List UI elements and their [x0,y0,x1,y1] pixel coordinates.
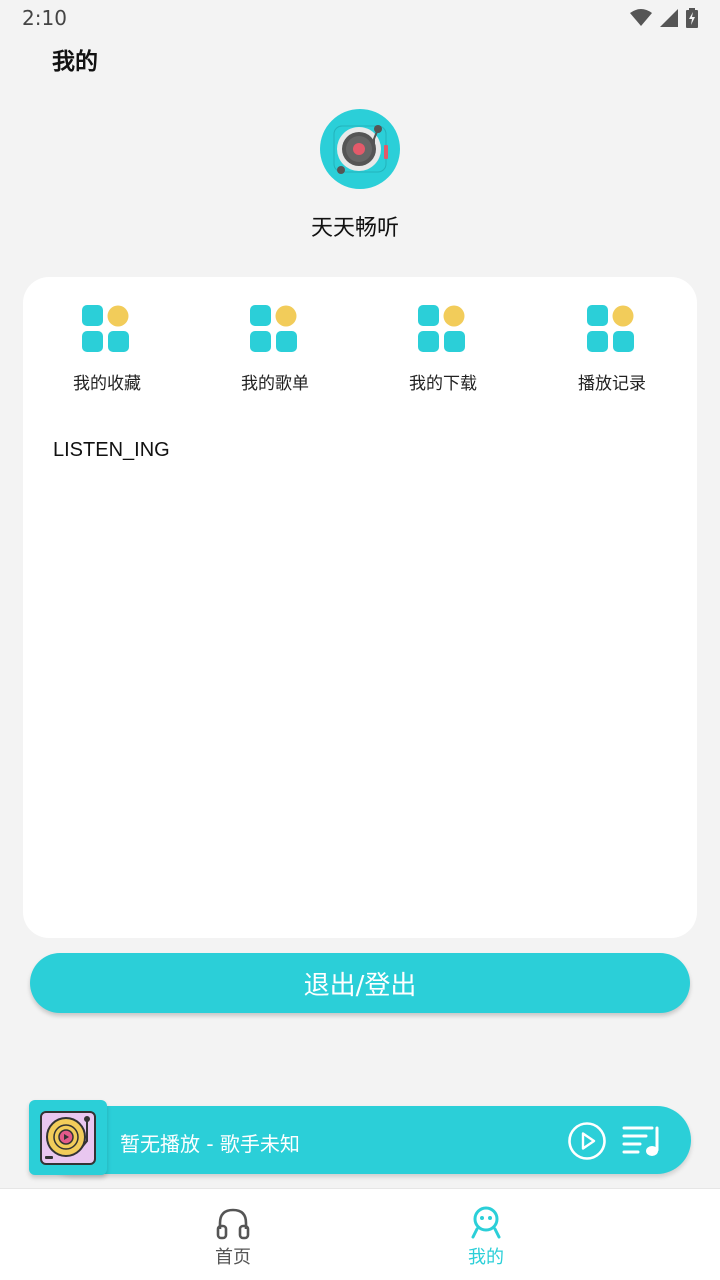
bottom-nav: 首页 我的 [0,1188,720,1280]
turntable-icon [40,1110,96,1165]
record-player-icon [320,109,400,189]
tab-mine-label: 我的 [468,1247,504,1268]
menu-card: 我的收藏 我的歌单 我的下载 播放记录 LISTEN_ING [23,277,697,938]
smiley-user-icon [471,1206,501,1239]
grid-icon [250,305,297,352]
status-icons [630,8,698,28]
play-icon[interactable] [567,1121,607,1161]
player-cover[interactable] [29,1100,107,1175]
status-time: 2:10 [22,6,67,30]
grid-icon [82,305,129,352]
menu-label: 我的收藏 [73,374,141,394]
battery-charging-icon [686,8,698,28]
menu-item-history[interactable]: 播放记录 [552,305,672,394]
grid-icon [587,305,634,352]
player-track-text: 暂无播放 - 歌手未知 [120,1132,300,1156]
menu-item-playlists[interactable]: 我的歌单 [215,305,335,394]
menu-label: 播放记录 [578,374,646,394]
tab-mine[interactable]: 我的 [426,1205,546,1269]
status-bar: 2:10 [0,0,720,36]
signal-icon [660,9,678,27]
wifi-icon [630,9,652,26]
menu-item-downloads[interactable]: 我的下载 [383,305,503,394]
menu-label: 我的歌单 [241,374,309,394]
headphones-icon [216,1208,250,1240]
listening-label: LISTEN_ING [53,439,170,461]
app-name: 天天畅听 [310,216,399,241]
tab-home-label: 首页 [215,1247,251,1268]
tab-home[interactable]: 首页 [173,1205,293,1269]
menu-item-favorites[interactable]: 我的收藏 [47,305,167,394]
logout-button[interactable]: 退出/登出 [30,953,690,1013]
page-title: 我的 [52,49,98,75]
grid-icon [418,305,465,352]
playlist-icon[interactable] [622,1124,662,1158]
menu-label: 我的下载 [409,374,477,394]
